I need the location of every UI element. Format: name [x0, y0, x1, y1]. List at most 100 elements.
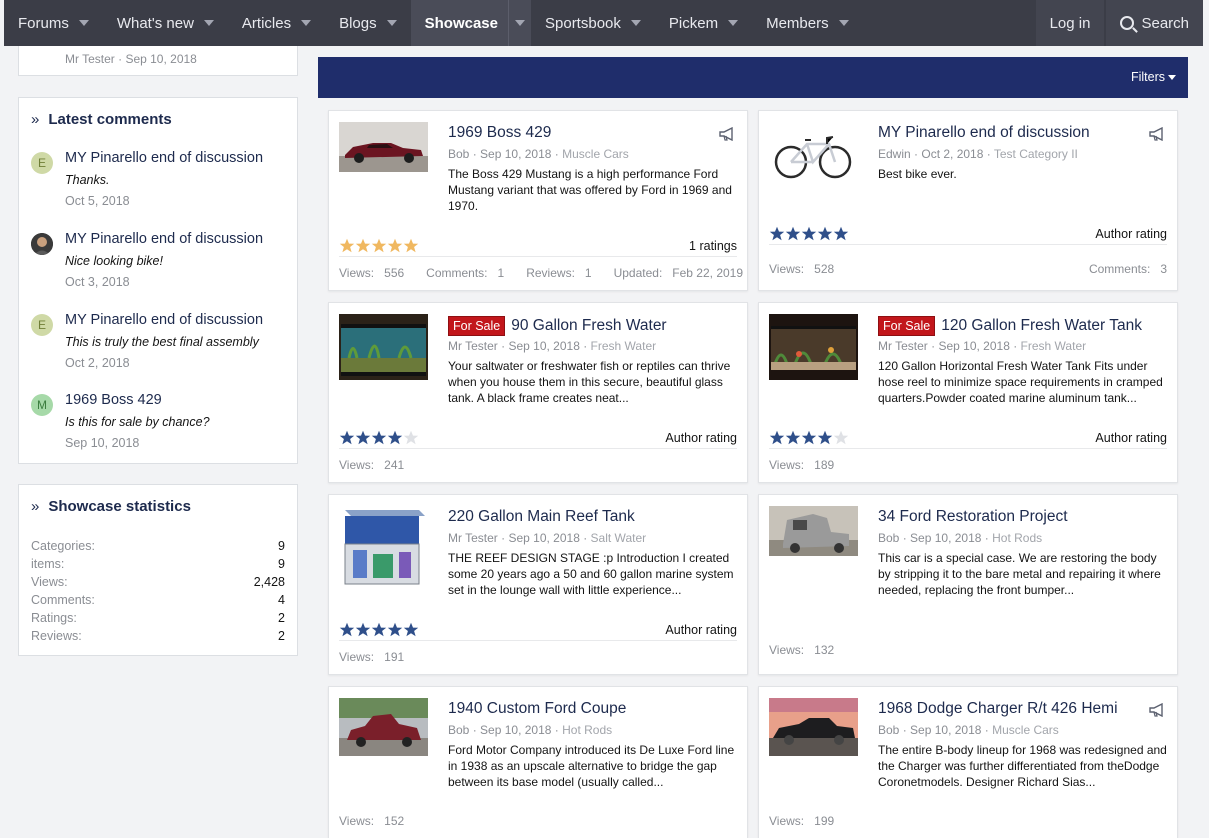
item-category[interactable]: Fresh Water [591, 339, 657, 353]
featured-megaphone-icon [1149, 703, 1163, 717]
block-title[interactable]: » Latest comments [31, 111, 172, 128]
updated-stat: Updated: Feb 22, 2019 [614, 266, 743, 280]
views-value: 528 [814, 262, 835, 276]
item-thumbnail[interactable] [339, 506, 428, 592]
chevron-down-icon[interactable] [728, 20, 739, 26]
nav-articles[interactable]: Articles [228, 0, 325, 46]
comment-text: Is this for sale by chance? [65, 415, 210, 429]
rating-row: Author rating [769, 429, 1167, 449]
comment-item-title[interactable]: MY Pinarello end of discussion [65, 231, 263, 247]
avatar[interactable]: M [31, 394, 53, 416]
item-title-text: 1968 Dodge Charger R/t 426 Hemi [878, 700, 1118, 717]
chevron-down-icon[interactable] [203, 20, 214, 26]
nav-sportsbook[interactable]: Sportsbook [531, 0, 655, 46]
star-icon [833, 226, 849, 241]
for-sale-badge: For Sale [448, 316, 506, 336]
views-label: Views: [339, 814, 375, 828]
item-date: Sep 10, 2018 [910, 531, 982, 545]
chevron-down-icon[interactable] [838, 20, 849, 26]
comment-date[interactable]: Oct 2, 2018 [65, 356, 130, 370]
comment-date[interactable]: Sep 10, 2018 [65, 436, 139, 450]
item-author[interactable]: Bob [448, 147, 469, 161]
item-thumbnail[interactable] [339, 314, 428, 380]
avatar[interactable]: E [31, 152, 53, 174]
block-title: » Showcase statistics [31, 498, 191, 515]
item-meta: Edwin · Oct 2, 2018 · Test Category II [878, 147, 1078, 161]
star-rating [339, 238, 419, 253]
item-author[interactable]: Bob [878, 531, 899, 545]
star-icon [801, 226, 817, 241]
item-date: Sep 10, 2018 [938, 339, 1010, 353]
item-category[interactable]: Salt Water [591, 531, 647, 545]
comment-date[interactable]: Oct 5, 2018 [65, 194, 130, 208]
chevron-down-icon[interactable] [78, 20, 89, 26]
chevron-down-icon[interactable] [301, 20, 312, 26]
comment-item-title[interactable]: MY Pinarello end of discussion [65, 312, 263, 328]
item-author[interactable]: Mr Tester [448, 531, 498, 545]
nav-members[interactable]: Members [752, 0, 863, 46]
item-thumbnail[interactable] [769, 506, 858, 556]
latest-comments-title: Latest comments [48, 111, 172, 128]
item-title[interactable]: MY Pinarello end of discussion [878, 124, 1090, 142]
item-author[interactable]: Bob [878, 723, 899, 737]
item-category[interactable]: Fresh Water [1021, 339, 1087, 353]
item-title[interactable]: 1940 Custom Ford Coupe [448, 700, 626, 718]
double-chevron-icon: » [31, 111, 40, 128]
item-date: Sep 10, 2018 [480, 147, 552, 161]
item-category[interactable]: Test Category II [994, 147, 1078, 161]
item-thumbnail[interactable] [339, 698, 428, 756]
star-icon [355, 238, 371, 253]
nav-showcase[interactable]: Showcase [410, 0, 531, 46]
statistics-title: Showcase statistics [48, 498, 191, 515]
nav-blogs[interactable]: Blogs [325, 0, 411, 46]
item-title[interactable]: For Sale 120 Gallon Fresh Water Tank [878, 316, 1142, 336]
chevron-down-icon[interactable] [386, 20, 397, 26]
star-icon [403, 622, 419, 637]
comment-item-title[interactable]: 1969 Boss 429 [65, 392, 162, 408]
comment-date[interactable]: Oct 3, 2018 [65, 275, 130, 289]
aquarium-image [769, 314, 858, 380]
star-icon [403, 238, 419, 253]
item-title[interactable]: 1968 Dodge Charger R/t 426 Hemi [878, 700, 1118, 718]
avatar[interactable]: E [31, 314, 53, 336]
item-author[interactable]: Edwin [878, 147, 911, 161]
nav-label: Forums [18, 14, 69, 32]
item-thumbnail[interactable] [769, 122, 858, 188]
item-description: Ford Motor Company introduced its De Lux… [448, 743, 735, 789]
nav-pickem[interactable]: Pickem [655, 0, 752, 46]
chevron-down-icon[interactable] [630, 20, 641, 26]
login-button[interactable]: Log in [1035, 0, 1105, 46]
nav-label: What's new [116, 14, 194, 32]
item-thumbnail[interactable] [769, 314, 858, 380]
views-stat: Views: 191 [339, 650, 404, 664]
item-meta: Bob · Sep 10, 2018 · Muscle Cars [448, 147, 629, 161]
item-meta: Bob · Sep 10, 2018 · Muscle Cars [878, 723, 1059, 737]
star-rating [339, 622, 419, 637]
item-author[interactable]: Mr Tester [448, 339, 498, 353]
views-label: Views: [339, 266, 375, 280]
item-title[interactable]: 34 Ford Restoration Project [878, 508, 1068, 526]
avatar[interactable] [31, 233, 53, 255]
item-thumbnail[interactable] [769, 698, 858, 756]
item-title[interactable]: For Sale 90 Gallon Fresh Water [448, 316, 667, 336]
nav-whats-new[interactable]: What's new [103, 0, 228, 46]
stat-label: Ratings: [31, 611, 77, 625]
updated-value: Feb 22, 2019 [672, 266, 744, 280]
item-title[interactable]: 1969 Boss 429 [448, 124, 551, 142]
item-author[interactable]: Bob [448, 723, 469, 737]
item-title[interactable]: 220 Gallon Main Reef Tank [448, 508, 635, 526]
item-category[interactable]: Muscle Cars [992, 723, 1059, 737]
search-button[interactable]: Search [1106, 0, 1203, 46]
item-category[interactable]: Hot Rods [562, 723, 612, 737]
item-author[interactable]: Mr Tester [878, 339, 928, 353]
item-title-text: 90 Gallon Fresh Water [511, 317, 667, 334]
item-thumbnail[interactable] [339, 122, 428, 172]
item-category[interactable]: Muscle Cars [562, 147, 629, 161]
star-icon [387, 430, 403, 445]
nav-showcase-menu-toggle[interactable] [508, 0, 531, 46]
item-category[interactable]: Hot Rods [992, 531, 1042, 545]
comment-item-title[interactable]: MY Pinarello end of discussion [65, 150, 263, 166]
filters-button[interactable]: Filters [1131, 70, 1176, 84]
nav-forums[interactable]: Forums [4, 0, 103, 46]
